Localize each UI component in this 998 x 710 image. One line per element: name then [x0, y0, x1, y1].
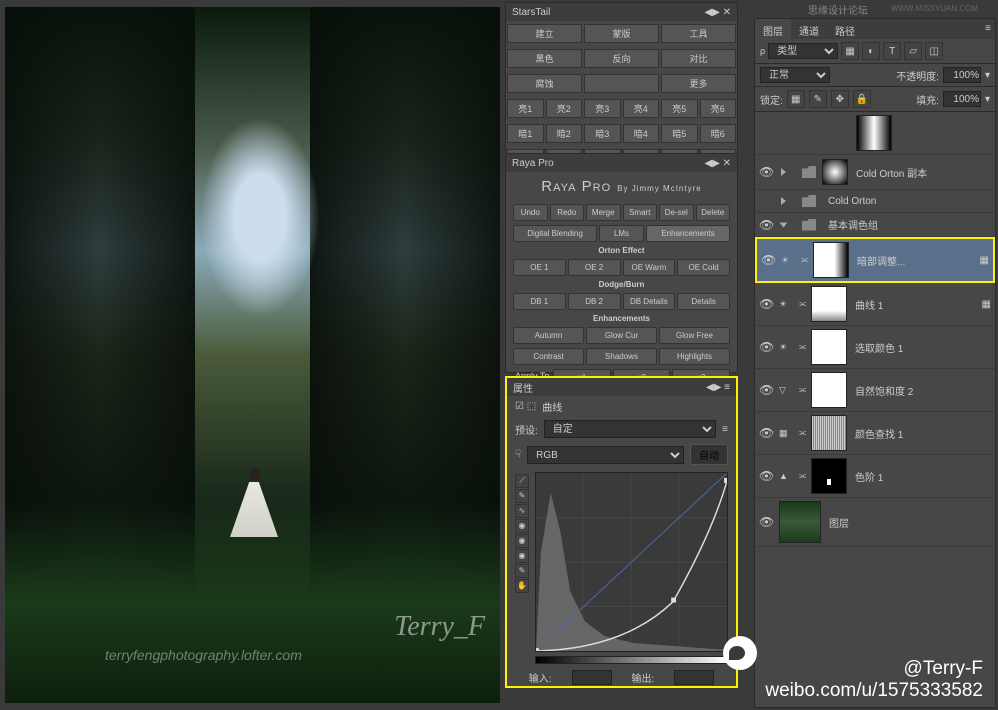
layer-color-lookup-1[interactable]: 👁▦⫘颜色查找 1 [755, 412, 995, 455]
weibo-watermark: @Terry-F weibo.com/u/1575333582 [765, 658, 983, 702]
filter-smart-icon[interactable]: ◫ [925, 42, 943, 60]
filter-adj-icon[interactable]: ◐ [862, 42, 880, 60]
properties-panel: 属性◀▶ ≡ ☑ ⬚曲线 预设:自定≡ ☟RGB自动 ⟋ ✎ ∿ ◉ ◉ ◉ ✎… [505, 376, 738, 688]
auto-button[interactable]: 自动 [690, 444, 728, 465]
input-value[interactable] [572, 670, 612, 685]
st-tab-2[interactable]: 蒙版 [584, 24, 659, 43]
layer-shadow-adjust[interactable]: 👁☀⫘暗部调整...▦ [755, 237, 995, 283]
forum-watermark: 思缘设计论坛 [808, 2, 868, 17]
st-contrast[interactable]: 对比 [661, 49, 736, 68]
lock-transparent-icon[interactable]: ▦ [787, 90, 805, 108]
st-empty[interactable] [584, 74, 659, 93]
edit-tool[interactable]: ✎ [515, 564, 529, 578]
output-value[interactable] [674, 670, 714, 685]
curves-label: 曲线 [542, 399, 562, 414]
fill-input[interactable] [943, 91, 981, 107]
filter-pixel-icon[interactable]: ▦ [841, 42, 859, 60]
raya-panel: Raya Pro◀▶ ✕ Raya ProBy Jimmy McIntyre U… [505, 153, 738, 373]
eyedrop-black[interactable]: ◉ [515, 519, 529, 533]
on-curve-tool[interactable]: ⟋ [515, 474, 529, 488]
watermark-name: Terry_F [394, 611, 485, 643]
smooth-tool[interactable]: ∿ [515, 504, 529, 518]
opacity-input[interactable] [943, 67, 981, 83]
layer-levels-1[interactable]: 👁▲⫘色阶 1 [755, 455, 995, 498]
filter-shape-icon[interactable]: ▱ [904, 42, 922, 60]
darks-row: 暗1暗2暗3暗4暗5暗6 [506, 121, 737, 146]
tab-layers[interactable]: 图层 [755, 19, 791, 39]
canvas-area: Terry_F terryfengphotography.lofter.com [0, 0, 500, 710]
pencil-tool[interactable]: ✎ [515, 489, 529, 503]
eyedrop-gray[interactable]: ◉ [515, 534, 529, 548]
group-basic-color[interactable]: 👁基本调色组 [755, 213, 995, 237]
group-cold-orton-copy[interactable]: 👁Cold Orton 副本 [755, 155, 995, 190]
raya-author: By Jimmy McIntyre [617, 184, 702, 193]
tab-paths[interactable]: 路径 [827, 19, 863, 39]
weibo-icon [723, 636, 757, 670]
photo: Terry_F terryfengphotography.lofter.com [5, 7, 500, 703]
lights-row: 亮1亮2亮3亮4亮5亮6 [506, 96, 737, 121]
raya-title-text: Raya Pro [541, 178, 611, 195]
st-black[interactable]: 黑色 [507, 49, 582, 68]
gradient-slider[interactable] [535, 656, 728, 664]
menu-icon[interactable]: ≡ [722, 424, 728, 435]
layer-vibrance-2[interactable]: 👁▽⫘自然饱和度 2 [755, 369, 995, 412]
curve-tools: ⟋ ✎ ∿ ◉ ◉ ◉ ✎ ✋ [515, 473, 531, 594]
panel-menu-icon[interactable]: ≡ [981, 19, 995, 39]
close-icon[interactable]: ◀▶ ≡ [706, 382, 730, 393]
blend-mode-select[interactable]: 正常 [760, 67, 830, 83]
layers-panel: 图层 通道 路径 ≡ ρ类型 ▦ ◐ T ▱ ◫ 正常 不透明度: ▾ 锁定: … [754, 18, 996, 708]
eyedrop-white[interactable]: ◉ [515, 549, 529, 563]
layer-base[interactable]: 👁图层 [755, 498, 995, 547]
starstail-panel: StarsTail ◀▶ ✕ 建立 蒙版 工具 黑色 反向 对比 腐蚀 更多 亮1… [505, 2, 738, 150]
layer-sel-color-1[interactable]: 👁☀⫘选取颜色 1 [755, 326, 995, 369]
preset-select[interactable]: 自定 [544, 420, 716, 438]
channel-select[interactable]: RGB [527, 446, 684, 464]
layer-thumb-top[interactable] [755, 112, 995, 155]
site-watermark: WWW.MISSYUAN.COM [891, 4, 978, 13]
close-icon[interactable]: ◀▶ ✕ [704, 158, 731, 169]
group-cold-orton[interactable]: Cold Orton [755, 190, 995, 213]
layer-curves-1[interactable]: 👁☀⫘曲线 1▦ [755, 283, 995, 326]
filter-select[interactable]: 类型 [768, 43, 838, 59]
tab-channels[interactable]: 通道 [791, 19, 827, 39]
hand-tool[interactable]: ✋ [515, 579, 529, 593]
st-erode[interactable]: 腐蚀 [507, 74, 582, 93]
props-title: 属性 [513, 380, 533, 395]
lock-position-icon[interactable]: ✥ [831, 90, 849, 108]
starstail-title: StarsTail [512, 7, 550, 18]
subject-figure [230, 468, 280, 548]
st-tab-1[interactable]: 建立 [507, 24, 582, 43]
close-icon[interactable]: ◀▶ ✕ [704, 7, 731, 18]
watermark-url: terryfengphotography.lofter.com [105, 647, 302, 663]
st-inv[interactable]: 反向 [584, 49, 659, 68]
lock-all-icon[interactable]: 🔒 [853, 90, 871, 108]
st-more[interactable]: 更多 [661, 74, 736, 93]
layer-list: 👁Cold Orton 副本 Cold Orton 👁基本调色组 👁☀⫘暗部调整… [755, 112, 995, 710]
st-tab-3[interactable]: 工具 [661, 24, 736, 43]
fx-icon: ▦ [980, 255, 989, 266]
curve-graph[interactable] [535, 472, 728, 652]
filter-type-icon[interactable]: T [883, 42, 901, 60]
lock-paint-icon[interactable]: ✎ [809, 90, 827, 108]
finger-icon[interactable]: ☟ [515, 449, 521, 460]
raya-header: Raya Pro [512, 158, 554, 169]
curves-icon: ☑ ⬚ [515, 401, 536, 412]
